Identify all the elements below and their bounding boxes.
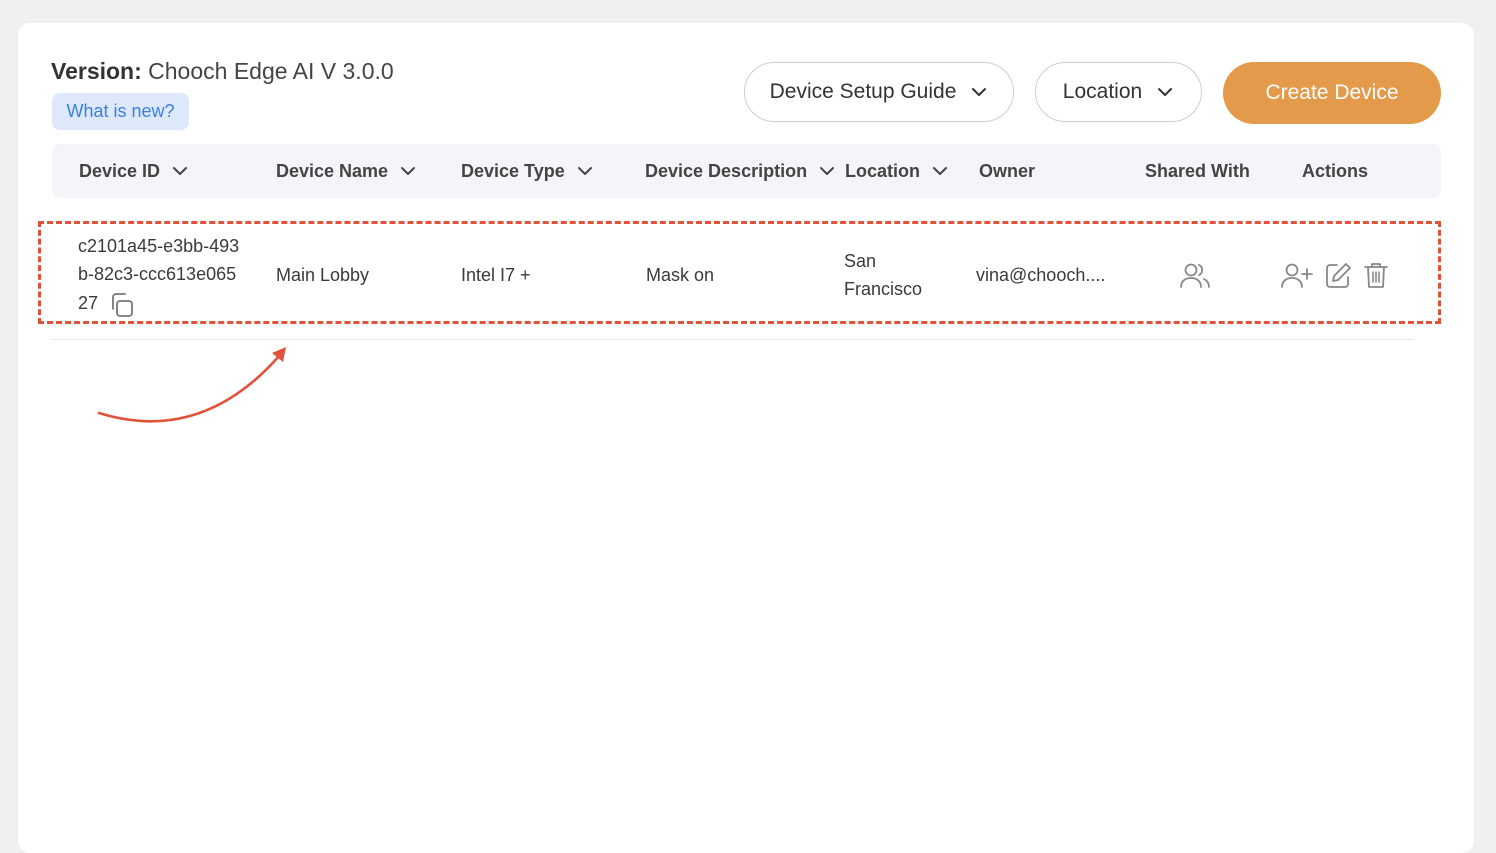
column-label: Device Description	[645, 160, 808, 181]
device-setup-guide-label: Device Setup Guide	[769, 80, 957, 103]
annotation-arrow-icon	[97, 347, 286, 423]
column-header-owner: Owner	[979, 144, 1035, 198]
column-header-device-id[interactable]: Device ID	[79, 144, 188, 198]
column-header-device-name[interactable]: Device Name	[276, 144, 416, 198]
location-dropdown-label: Location	[1062, 80, 1143, 103]
version-label: Version:	[51, 58, 142, 84]
chevron-down-icon	[577, 167, 592, 175]
column-label: Device ID	[79, 160, 161, 181]
column-label: Location	[845, 160, 920, 181]
column-label: Owner	[979, 160, 1036, 181]
whats-new-link[interactable]: What is new?	[52, 93, 189, 130]
column-label: Device Name	[276, 160, 389, 181]
column-label: Device Type	[461, 160, 565, 181]
table-header: Device ID Device Name Device Type Device…	[52, 144, 1441, 198]
chevron-down-icon	[972, 88, 987, 96]
column-label: Actions	[1302, 160, 1369, 181]
column-header-actions: Actions	[1302, 144, 1368, 198]
location-dropdown[interactable]: Location	[1035, 62, 1202, 122]
chevron-down-icon	[1158, 88, 1173, 96]
column-header-device-description[interactable]: Device Description	[645, 144, 835, 198]
column-header-location[interactable]: Location	[845, 144, 948, 198]
row-highlight-annotation	[38, 221, 1441, 324]
chevron-down-icon	[401, 167, 416, 175]
column-label: Shared With	[1145, 160, 1250, 181]
create-device-button[interactable]: Create Device	[1223, 62, 1441, 124]
version-value: Chooch Edge AI V 3.0.0	[148, 58, 394, 84]
column-header-shared-with: Shared With	[1145, 144, 1250, 198]
column-header-device-type[interactable]: Device Type	[461, 144, 593, 198]
chevron-down-icon	[173, 167, 188, 175]
version-info: Version: Chooch Edge AI V 3.0.0	[51, 58, 394, 85]
chevron-down-icon	[820, 167, 835, 175]
chevron-down-icon	[933, 167, 947, 175]
device-setup-guide-dropdown[interactable]: Device Setup Guide	[744, 62, 1014, 122]
